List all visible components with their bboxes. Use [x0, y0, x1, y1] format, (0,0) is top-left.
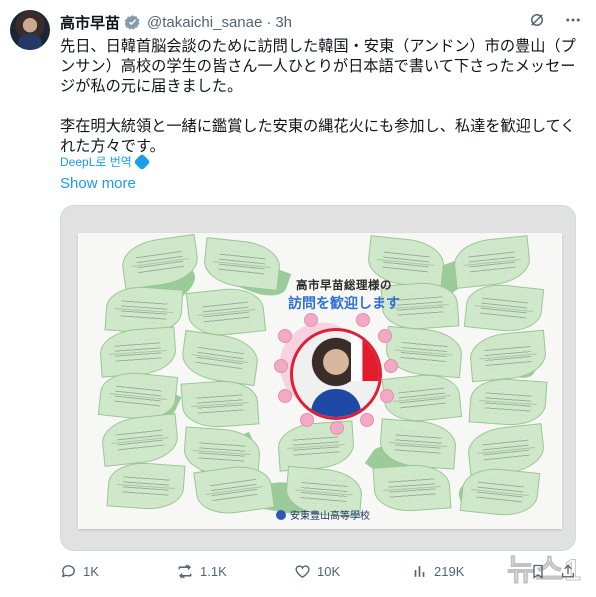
flower-decoration — [330, 421, 344, 435]
message-leaf — [99, 413, 181, 467]
school-name: 安東豊山高等學校 — [290, 511, 370, 522]
heart-icon — [295, 565, 310, 579]
post-paragraph-1: 先日、日韓首脳会談のために訪問した韓国・安東（アンドン）市の豊山（プンサン）高校… — [60, 38, 576, 95]
reply-icon — [61, 565, 75, 578]
reply-button[interactable]: 1K — [60, 563, 99, 580]
banner-title: 高市早苗総理様の — [296, 280, 392, 292]
flower-decoration — [356, 313, 370, 327]
reply-count: 1K — [83, 564, 99, 579]
message-leaf — [468, 376, 548, 428]
repost-button[interactable]: 1.1K — [176, 563, 227, 580]
flower-decoration — [304, 313, 318, 327]
message-leaf — [463, 281, 545, 335]
flower-decoration — [384, 359, 398, 373]
flower-decoration — [278, 389, 292, 403]
tweet-header: 高市早苗 @takaichi_sanae · 3h — [60, 12, 292, 32]
bookmark-button[interactable] — [530, 563, 546, 580]
message-leaf — [179, 329, 261, 387]
like-button[interactable]: 10K — [294, 563, 340, 580]
action-bar: 1K 1.1K 10K 219K — [60, 563, 580, 585]
verified-badge-icon — [124, 14, 141, 31]
message-leaf — [201, 237, 283, 291]
share-button[interactable] — [560, 563, 576, 580]
author-avatar[interactable] — [10, 10, 50, 50]
more-options-icon[interactable] — [564, 11, 582, 29]
views-chart-icon — [414, 566, 425, 577]
school-emblem-icon — [276, 509, 286, 520]
message-leaf — [451, 235, 533, 289]
message-leaf — [381, 371, 463, 425]
flower-decoration — [278, 329, 292, 343]
translate-link[interactable]: DeepL로 번역 — [60, 153, 151, 170]
translate-label: DeepL로 번역 — [60, 155, 132, 169]
message-leaf — [459, 465, 541, 519]
repost-icon — [178, 564, 192, 579]
author-handle[interactable]: @takaichi_sanae — [147, 14, 262, 31]
show-more-link[interactable]: Show more — [60, 175, 136, 192]
translate-icon — [133, 153, 151, 170]
repost-count: 1.1K — [200, 564, 227, 579]
school-label: 安東豊山高等學校 — [276, 507, 370, 522]
bookmark-icon — [533, 564, 543, 579]
post-paragraph-2: 李在明大統領と一緒に鑑賞した安東の縄花火にも参加し、私達を歓迎してくれた方々です… — [60, 118, 576, 155]
like-count: 10K — [317, 564, 341, 579]
views-button[interactable]: 219K — [412, 563, 464, 580]
banner-subtitle: 訪問を歓迎します — [288, 295, 400, 311]
share-icon — [562, 564, 574, 578]
post-image[interactable]: 高市早苗総理様の 訪問を歓迎します 安東豊山高等學校 — [60, 205, 576, 551]
grok-icon[interactable] — [528, 11, 546, 29]
flower-decoration — [274, 359, 288, 373]
message-board: 高市早苗総理様の 訪問を歓迎します 安東豊山高等學校 — [78, 233, 562, 529]
header-actions — [528, 11, 582, 29]
tweet-card: 高市早苗 @takaichi_sanae · 3h 先日、日韓首脳会談のために訪… — [0, 0, 596, 597]
message-leaf — [106, 460, 186, 512]
views-count: 219K — [434, 564, 465, 579]
message-leaf — [193, 461, 275, 519]
message-leaf — [98, 326, 178, 378]
flower-decoration — [380, 389, 394, 403]
flower-decoration — [378, 329, 392, 343]
portrait-photo — [290, 328, 382, 420]
message-leaf — [468, 329, 548, 383]
header-separator: · — [266, 13, 272, 31]
message-leaf — [180, 378, 260, 430]
author-name[interactable]: 高市早苗 — [60, 12, 120, 33]
post-time[interactable]: 3h — [275, 14, 292, 31]
message-leaf — [372, 462, 452, 514]
flower-decoration — [360, 413, 374, 427]
